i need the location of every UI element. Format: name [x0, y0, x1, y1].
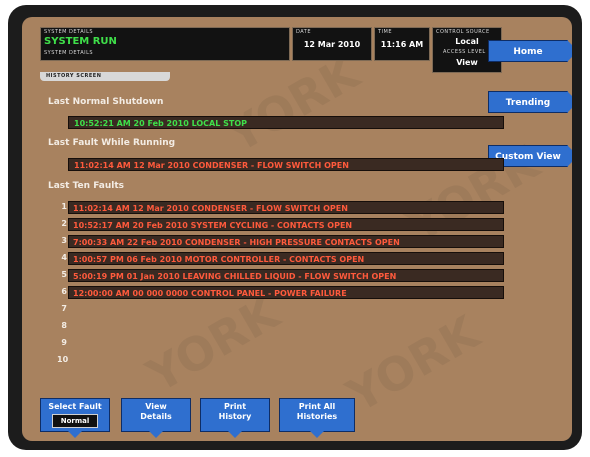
select-fault-value: Normal [51, 414, 99, 428]
date-panel: DATE 12 Mar 2010 [292, 27, 372, 61]
fault-number: 5 [61, 270, 67, 279]
fault-number: 7 [61, 304, 67, 313]
date-value: 12 Mar 2010 [303, 40, 361, 49]
print-all-label-2: Histories [296, 412, 338, 421]
print-history-button[interactable]: Print History [200, 398, 270, 438]
last-fault-running-entry[interactable]: 11:02:14 AM 12 Mar 2010 CONDENSER - FLOW… [68, 158, 504, 171]
fault-row-3[interactable]: 7:00:33 AM 22 Feb 2010 CONDENSER - HIGH … [68, 235, 504, 248]
print-all-histories-button[interactable]: Print All Histories [279, 398, 355, 438]
last-ten-faults-label: Last Ten Faults [48, 181, 125, 191]
fault-row-4[interactable]: 1:00:57 PM 06 Feb 2010 MOTOR CONTROLLER … [68, 252, 504, 265]
view-details-label-2: Details [140, 412, 172, 421]
time-label: TIME [378, 29, 393, 35]
fault-number: 6 [61, 287, 67, 296]
chevron-down-icon [68, 431, 82, 438]
last-fault-running-label: Last Fault While Running [48, 138, 176, 148]
watermark-logo: YORK [218, 45, 368, 163]
fault-number: 10 [57, 355, 69, 364]
fault-row-5[interactable]: 5:00:19 PM 01 Jan 2010 LEAVING CHILLED L… [68, 269, 504, 282]
watermark-logo: YORK [138, 285, 288, 403]
last-normal-shutdown-label: Last Normal Shutdown [48, 97, 164, 107]
system-details-label: SYSTEM DETAILS [44, 29, 94, 35]
print-history-label-1: Print [223, 402, 247, 411]
select-fault-label: Select Fault [48, 402, 102, 411]
chevron-down-icon [310, 431, 324, 438]
time-value: 11:16 AM [380, 40, 424, 49]
access-level-label: ACCESS LEVEL [443, 49, 486, 55]
hmi-screen: YORK YORK YORK YORK SYSTEM DETAILS SYSTE… [22, 17, 572, 441]
system-status-text: SYSTEM RUN [44, 36, 117, 47]
view-details-button[interactable]: View Details [121, 398, 191, 438]
home-button[interactable]: Home [488, 40, 572, 62]
fault-row-6[interactable]: 12:00:00 AM 00 000 0000 CONTROL PANEL - … [68, 286, 504, 299]
fault-number: 9 [61, 338, 67, 347]
fault-row-2[interactable]: 10:52:17 AM 20 Feb 2010 SYSTEM CYCLING -… [68, 218, 504, 231]
control-source-label: CONTROL SOURCE [436, 29, 490, 35]
time-panel: TIME 11:16 AM [374, 27, 430, 61]
fault-number: 8 [61, 321, 67, 330]
fault-row-1[interactable]: 11:02:14 AM 12 Mar 2010 CONDENSER - FLOW… [68, 201, 504, 214]
last-normal-shutdown-entry[interactable]: 10:52:21 AM 20 Feb 2010 LOCAL STOP [68, 116, 504, 129]
select-fault-button[interactable]: Select Fault Normal [40, 398, 110, 438]
system-status-panel: SYSTEM DETAILS SYSTEM RUN SYSTEM DETAILS [40, 27, 290, 61]
fault-number: 2 [61, 219, 67, 228]
watermark-logo: YORK [338, 305, 488, 423]
fault-number: 1 [61, 202, 67, 211]
view-details-label-1: View [145, 402, 167, 411]
print-all-label-1: Print All [298, 402, 336, 411]
screen-title-tab: HISTORY SCREEN [40, 72, 170, 81]
chevron-down-icon [149, 431, 163, 438]
system-sub-label: SYSTEM DETAILS [44, 50, 94, 56]
fault-number: 4 [61, 253, 67, 262]
date-label: DATE [296, 29, 312, 35]
chevron-down-icon [228, 431, 242, 438]
print-history-label-2: History [218, 412, 252, 421]
fault-number: 3 [61, 236, 67, 245]
trending-button[interactable]: Trending [488, 91, 572, 113]
